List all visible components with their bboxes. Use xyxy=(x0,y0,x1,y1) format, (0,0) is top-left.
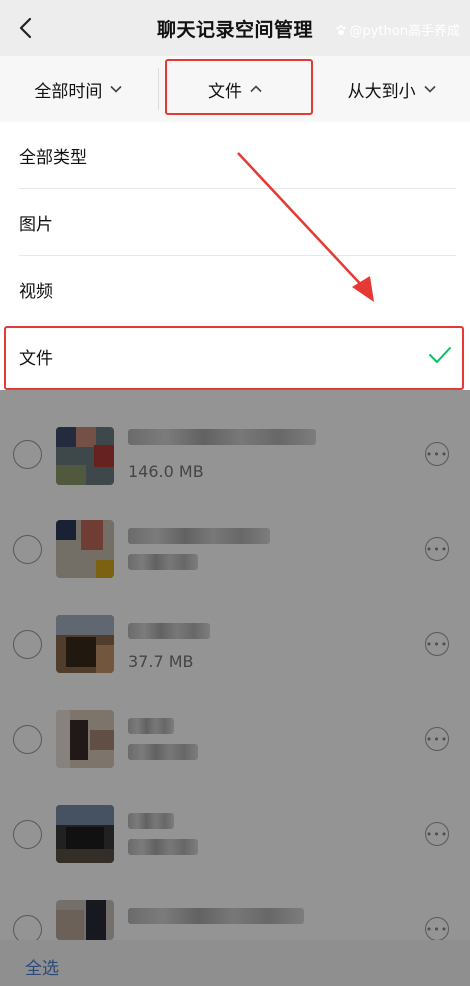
watermark-text: @python高手养成 xyxy=(349,24,460,39)
filter-time[interactable]: 全部时间 xyxy=(0,56,157,122)
watermark: @python高手养成 xyxy=(335,20,460,39)
dim-overlay[interactable] xyxy=(0,390,470,986)
app-screen: 聊天记录空间管理 全部时间 文件 从大到小 全部类型 图片 视频 文件 146.… xyxy=(0,0,470,986)
menu-item-all-types[interactable]: 全部类型 xyxy=(0,122,470,189)
filter-sort[interactable]: 从大到小 xyxy=(313,56,470,122)
filter-type-highlight-box xyxy=(165,59,313,115)
chevron-left-icon xyxy=(19,17,32,39)
filter-time-label: 全部时间 xyxy=(34,81,103,102)
chevron-down-icon xyxy=(424,85,436,93)
menu-item-videos[interactable]: 视频 xyxy=(0,256,470,323)
filter-sort-label: 从大到小 xyxy=(347,81,416,102)
menu-item-images[interactable]: 图片 xyxy=(0,189,470,256)
page-title: 聊天记录空间管理 xyxy=(156,18,313,41)
chevron-down-icon xyxy=(110,85,122,93)
menu-item-files-highlight-box xyxy=(4,326,464,390)
menu-item-label: 全部类型 xyxy=(19,148,87,168)
menu-item-label: 视频 xyxy=(19,282,53,302)
menu-item-label: 图片 xyxy=(19,215,53,235)
back-button[interactable] xyxy=(10,12,42,44)
paw-icon xyxy=(336,24,346,35)
